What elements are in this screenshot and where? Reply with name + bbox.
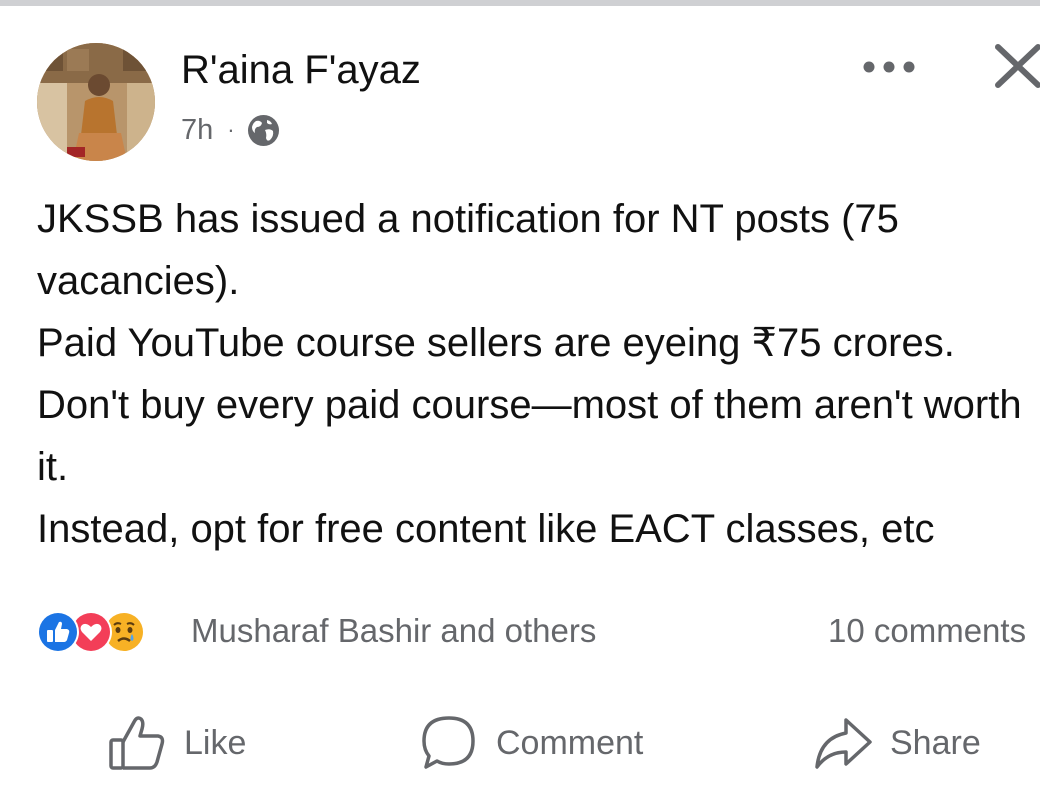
post-line: Paid YouTube course sellers are eyeing ₹… (37, 321, 955, 365)
close-button[interactable] (993, 42, 1040, 90)
globe-icon[interactable] (247, 114, 280, 147)
post-line: JKSSB has issued a notification for NT p… (37, 197, 899, 303)
reactions-text[interactable]: Musharaf Bashir and others (191, 606, 596, 656)
comment-icon (422, 716, 475, 769)
thumbs-up-icon (109, 716, 165, 770)
like-button[interactable]: Like (106, 708, 246, 778)
reaction-icons (36, 606, 184, 656)
post-text: JKSSB has issued a notification for NT p… (37, 188, 1037, 560)
post-meta: 7h · (181, 110, 280, 150)
share-label: Share (890, 723, 981, 762)
reactions-summary[interactable]: Musharaf Bashir and others (36, 606, 596, 656)
meta-separator: · (227, 117, 235, 142)
author-name[interactable]: R'aina F'ayaz (181, 44, 421, 96)
like-label: Like (184, 723, 247, 762)
top-edge-strip (0, 0, 1040, 6)
avatar-photo (37, 43, 155, 161)
close-icon (995, 44, 1040, 88)
comment-label: Comment (496, 723, 644, 762)
post-line: Instead, opt for free content like EACT … (37, 507, 935, 551)
author-avatar[interactable] (37, 43, 155, 161)
like-reaction-icon (36, 610, 80, 654)
more-options-button[interactable] (858, 50, 920, 84)
more-horizontal-icon (863, 61, 915, 73)
share-button[interactable]: Share (812, 708, 981, 778)
share-arrow-icon (815, 718, 872, 769)
post-line: Don't buy every paid course—most of them… (37, 383, 1022, 489)
comments-count[interactable]: 10 comments (828, 606, 1026, 656)
post-time[interactable]: 7h (181, 114, 213, 147)
comment-button[interactable]: Comment (418, 708, 643, 778)
